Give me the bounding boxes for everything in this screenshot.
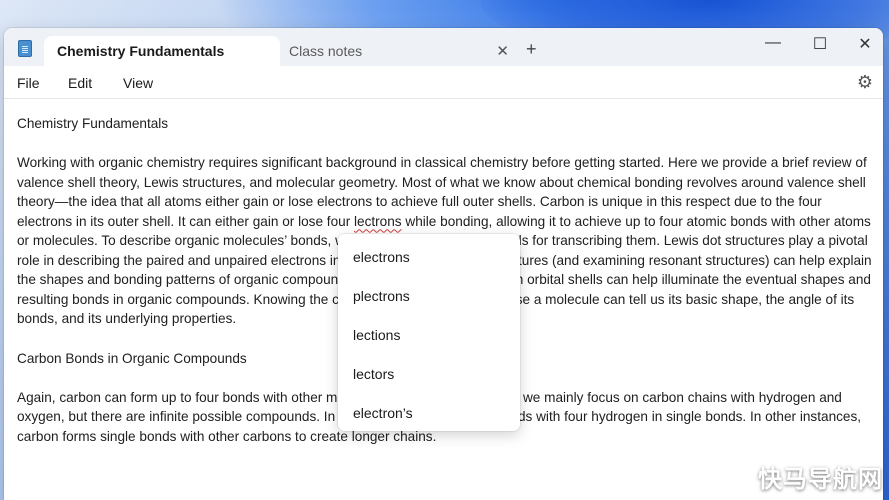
close-tab-icon[interactable]: ✕ xyxy=(496,42,509,60)
minimize-button[interactable]: — xyxy=(761,34,785,52)
tab-title: Class notes xyxy=(289,43,363,59)
settings-gear-icon[interactable]: ⚙ xyxy=(857,72,873,93)
doc-heading: Chemistry Fundamentals xyxy=(17,116,169,131)
suggestion-item[interactable]: lectors xyxy=(338,355,520,394)
suggestion-item[interactable]: electron’s xyxy=(338,394,520,433)
misspelled-word[interactable]: lectrons xyxy=(354,214,402,229)
menu-file[interactable]: File xyxy=(17,75,40,91)
title-bar: Chemistry Fundamentals Class notes ✕ + —… xyxy=(4,28,883,66)
suggestion-item[interactable]: lections xyxy=(338,316,520,355)
menu-view[interactable]: View xyxy=(123,75,153,91)
close-window-button[interactable]: ✕ xyxy=(853,34,877,54)
site-watermark: 快马导航网 xyxy=(758,466,883,493)
menu-bar: File Edit View ⚙ xyxy=(4,66,883,99)
menu-edit[interactable]: Edit xyxy=(68,75,92,91)
tab-title: Chemistry Fundamentals xyxy=(57,43,225,59)
tab-chemistry-fundamentals[interactable]: Chemistry Fundamentals xyxy=(44,36,280,66)
suggestion-item[interactable]: electrons xyxy=(338,238,520,277)
notepad-icon xyxy=(18,40,32,57)
new-tab-button[interactable]: + xyxy=(526,39,537,60)
spellcheck-suggestions-menu: electrons plectrons lections lectors ele… xyxy=(338,234,520,431)
suggestion-item[interactable]: plectrons xyxy=(338,277,520,316)
maximize-button[interactable]: ☐ xyxy=(808,34,832,54)
tab-class-notes[interactable]: Class notes ✕ xyxy=(287,36,515,66)
